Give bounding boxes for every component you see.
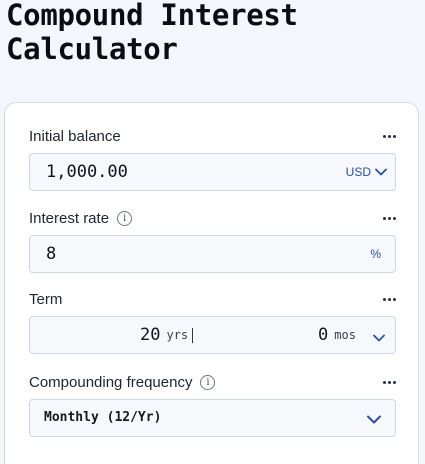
percent-label: % <box>370 247 381 261</box>
page-title: Compound Interest Calculator <box>6 0 298 66</box>
term-label-text: Term <box>29 290 63 308</box>
chevron-down-icon[interactable] <box>373 329 385 347</box>
term-years-field[interactable]: 20 yrs <box>140 317 194 353</box>
term-years-unit: yrs <box>166 328 189 342</box>
text-caret <box>192 327 194 343</box>
term-input[interactable]: 20 yrs 0 mos <box>29 316 396 354</box>
currency-label: USD <box>345 165 371 179</box>
term-years-value: 20 <box>140 325 161 345</box>
term-months-value: 0 <box>318 325 329 345</box>
initial-balance-value: 1,000.00 <box>46 162 128 182</box>
initial-balance-label: Initial balance <box>29 126 121 146</box>
page-title-line-2: Calculator <box>6 32 178 66</box>
compounding-frequency-label-text: Compounding frequency <box>29 373 193 391</box>
page-title-line-1: Compound Interest <box>6 0 298 32</box>
percent-suffix: % <box>370 236 381 272</box>
chevron-down-icon <box>375 168 387 176</box>
initial-balance-label-text: Initial balance <box>29 127 121 145</box>
calculator-card: Initial balance 1,000.00 USD Interest ra… <box>4 102 419 464</box>
term-months-field[interactable]: 0 mos <box>318 317 356 353</box>
initial-balance-input[interactable]: 1,000.00 USD <box>29 153 396 191</box>
interest-rate-value: 8 <box>46 244 57 264</box>
compounding-frequency-value: Monthly (12/Yr) <box>44 410 162 425</box>
term-more-icon[interactable] <box>377 289 401 309</box>
interest-rate-label-text: Interest rate <box>29 209 110 227</box>
term-months-unit: mos <box>334 328 356 342</box>
info-icon[interactable]: i <box>117 210 133 226</box>
compounding-frequency-select[interactable]: Monthly (12/Yr) <box>29 399 396 437</box>
currency-select[interactable]: USD <box>346 154 387 190</box>
interest-rate-more-icon[interactable] <box>377 208 401 228</box>
term-label: Term <box>29 289 62 309</box>
page: Compound Interest Calculator Initial bal… <box>0 0 425 464</box>
initial-balance-more-icon[interactable] <box>377 126 401 146</box>
interest-rate-input[interactable]: 8 % <box>29 235 396 273</box>
compounding-frequency-more-icon[interactable] <box>377 372 401 392</box>
chevron-down-icon <box>367 411 381 429</box>
interest-rate-label: Interest rate i <box>29 208 133 228</box>
info-icon[interactable]: i <box>200 374 216 390</box>
compounding-frequency-label: Compounding frequency i <box>29 372 216 392</box>
